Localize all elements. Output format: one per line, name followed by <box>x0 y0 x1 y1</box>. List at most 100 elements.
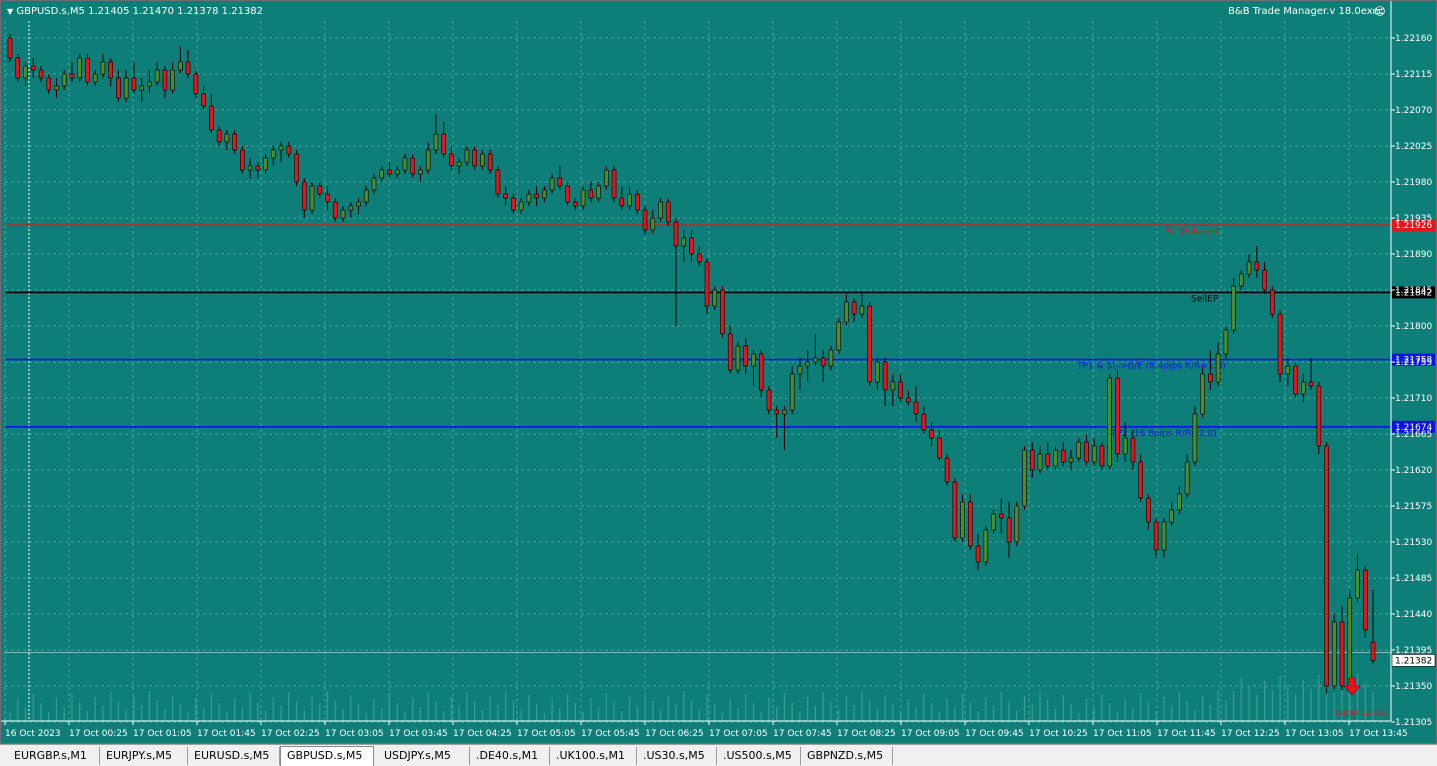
candle <box>92 70 98 86</box>
candle <box>139 78 144 102</box>
candle <box>162 66 168 98</box>
candle <box>681 230 687 262</box>
candle-body <box>1045 453 1051 467</box>
candle-body <box>1161 521 1167 551</box>
candle-body <box>255 165 261 171</box>
candle-body <box>294 153 299 183</box>
candle-body <box>782 409 787 415</box>
candle <box>859 294 865 318</box>
candle-body <box>1308 381 1314 387</box>
candle-body <box>464 149 470 163</box>
candle <box>363 186 369 206</box>
candle <box>704 258 710 314</box>
candle-body <box>1091 445 1097 463</box>
candle <box>588 182 594 202</box>
candle-body <box>658 201 663 219</box>
candle-body <box>1006 517 1012 543</box>
candle-body <box>960 501 965 539</box>
candle-body <box>1208 373 1213 383</box>
candle <box>263 154 268 174</box>
price-tick-label: 1.22025 <box>1395 142 1432 152</box>
time-tick-label: 17 Oct 10:25 <box>1029 729 1088 739</box>
candle-body <box>1146 497 1151 523</box>
candle-body <box>1084 441 1089 463</box>
chart-tab[interactable]: EURUSD.s,M5 <box>188 747 280 765</box>
price-tick-label: 1.21440 <box>1395 610 1432 620</box>
candle-body <box>1153 521 1159 551</box>
candle <box>209 94 214 134</box>
chart-tab[interactable]: GBPUSD.s,M5 <box>280 746 374 766</box>
level-text-sl: SL (8.4pips) <box>1165 227 1219 237</box>
chart-tab[interactable]: .DE40.s,M1 <box>470 747 550 765</box>
candle <box>1014 502 1020 546</box>
price-tick-label: 1.22115 <box>1395 70 1432 80</box>
candle-body <box>209 105 214 131</box>
time-tick-label: 17 Oct 07:05 <box>709 729 768 739</box>
candle-body <box>77 57 82 79</box>
time-tick-label: 17 Oct 03:45 <box>389 729 448 739</box>
chart-tab[interactable]: .US500.s,M5 <box>717 747 801 765</box>
candle <box>1022 446 1027 510</box>
candle-body <box>1231 285 1236 331</box>
candle <box>255 162 261 178</box>
chart-tab[interactable]: EURJPY.s,M5 <box>100 747 188 765</box>
time-tick-label: 17 Oct 00:25 <box>69 729 128 739</box>
candle <box>991 510 996 534</box>
candle <box>1192 406 1198 466</box>
price-chart[interactable]: 1.21926SL (8.4pips)1.21842SellEP1.21758T… <box>1 1 1437 744</box>
price-tick-label: 1.21305 <box>1395 718 1432 728</box>
candle-body <box>379 169 385 179</box>
candle-body <box>1122 437 1128 455</box>
candle <box>1347 590 1353 690</box>
candle <box>596 182 601 202</box>
candle <box>619 186 625 210</box>
candle-body <box>309 185 315 211</box>
candle-body <box>1022 449 1027 507</box>
candle <box>604 166 609 190</box>
price-tick-label: 1.22160 <box>1395 34 1432 44</box>
candle-body <box>797 365 803 375</box>
candle <box>15 54 21 82</box>
candle <box>371 174 377 194</box>
candle-body <box>875 361 880 383</box>
candle-body <box>619 197 625 207</box>
candle-body <box>596 185 601 199</box>
chart-tab[interactable]: .US30.s,M5 <box>637 747 717 765</box>
collapse-triangle-icon[interactable]: ▼ <box>7 7 13 16</box>
candle <box>317 182 323 198</box>
ea-label-box: B&B Trade Manager.v 18.0exec <box>1228 6 1384 17</box>
candle <box>69 62 75 82</box>
time-tick-label: 17 Oct 07:45 <box>773 729 832 739</box>
candle-body <box>108 61 113 79</box>
chart-tab[interactable]: USDJPY.s,M5 <box>378 747 470 765</box>
candle <box>1161 518 1167 558</box>
candle-body <box>480 153 485 167</box>
candle-body <box>844 301 849 323</box>
candle-body <box>534 193 539 199</box>
candle <box>23 62 28 86</box>
candle <box>193 70 199 98</box>
candle-body <box>975 545 981 563</box>
candle-body <box>906 397 911 403</box>
candle-body <box>720 289 725 335</box>
candle <box>61 70 67 90</box>
chart-tab[interactable]: .UK100.s,M1 <box>550 747 637 765</box>
time-tick-label: 17 Oct 09:45 <box>965 729 1024 739</box>
candle-body <box>983 529 989 563</box>
candle <box>131 62 137 94</box>
candle-body <box>154 69 160 83</box>
chart-tab[interactable]: EURGBP.s,M1 <box>8 747 100 765</box>
price-axis: 1.22160 1.22115 1.22070 1.22025 1.21980 1.219… <box>1390 1 1436 728</box>
chart-window[interactable]: 1.21926 SL (8.4pips) 1.21842 SellEP 1.21758 T… <box>0 0 1437 744</box>
candle <box>348 202 354 218</box>
candle-body <box>1293 365 1298 395</box>
candle <box>1200 366 1205 418</box>
candle-body <box>1239 273 1244 287</box>
time-tick-label: 16 Oct 2023 <box>5 729 61 739</box>
candle <box>727 326 733 374</box>
chart-tab[interactable]: GBPNZD.s,M5 <box>801 747 893 765</box>
candle <box>402 154 408 174</box>
candle <box>201 86 206 110</box>
candle <box>542 186 547 202</box>
candle-body <box>998 513 1004 519</box>
